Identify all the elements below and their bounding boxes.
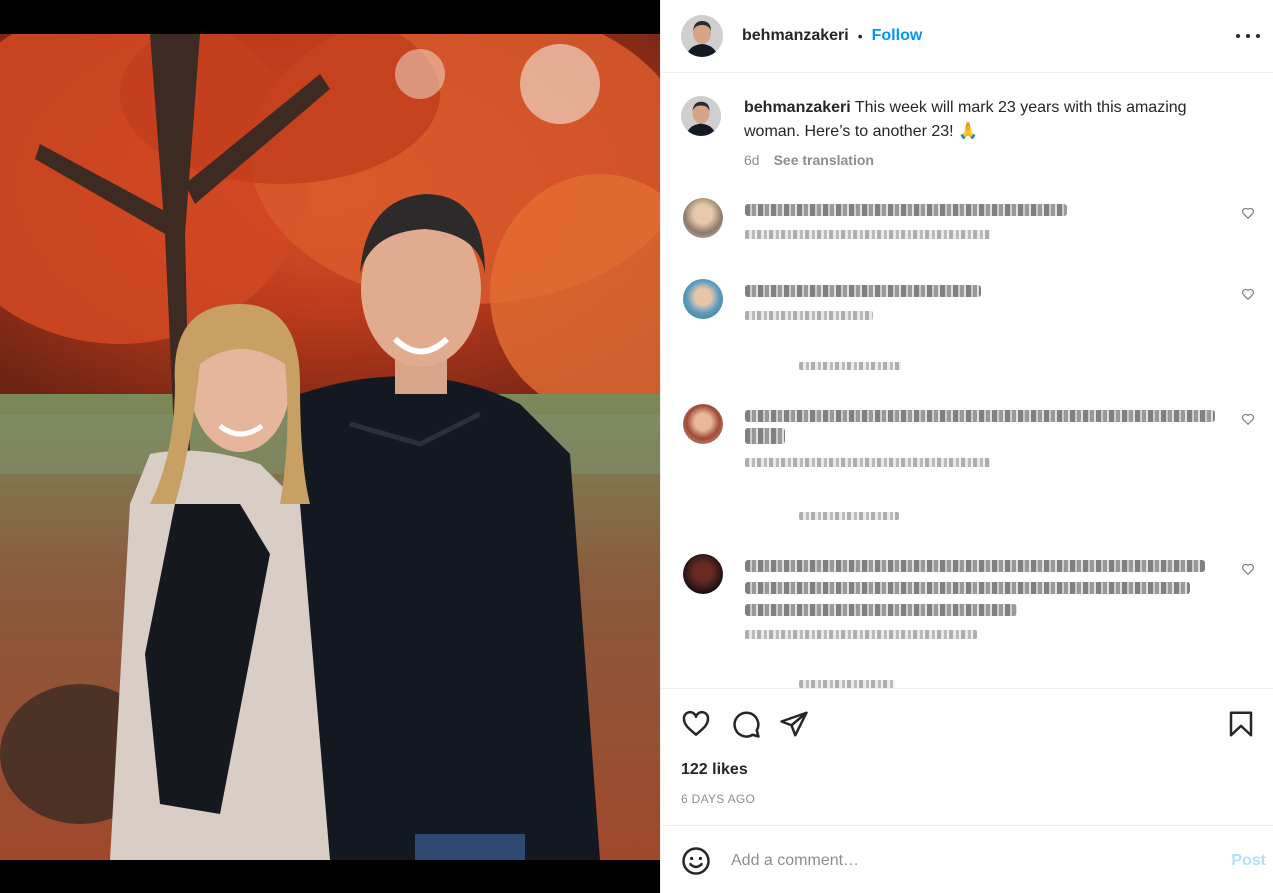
couple-photo	[0, 34, 660, 860]
blurred-comment-text	[745, 560, 1205, 572]
caption-username[interactable]: behmanzakeri	[744, 99, 851, 116]
user-avatar-image	[681, 96, 721, 136]
blurred-comment-text	[745, 604, 1017, 616]
blurred-comment-text	[745, 428, 785, 444]
comment-like-icon[interactable]	[1241, 206, 1255, 220]
add-comment-bar: Post	[661, 825, 1273, 893]
blurred-comment-meta	[745, 230, 990, 239]
comment-body-blurred	[745, 198, 1215, 239]
blurred-comment-text	[745, 582, 1190, 594]
comment-body-blurred	[745, 279, 1215, 320]
see-translation-button[interactable]: See translation	[774, 152, 874, 168]
view-replies-button[interactable]	[799, 362, 901, 370]
comment-body-blurred	[745, 404, 1215, 467]
bookmark-icon[interactable]	[1226, 709, 1256, 739]
separator-dot: •	[857, 28, 863, 44]
commenter-avatar[interactable]	[683, 404, 723, 444]
commenter-avatar[interactable]	[683, 279, 723, 319]
view-replies-button[interactable]	[799, 512, 899, 520]
post-photo[interactable]	[0, 34, 660, 860]
post-button[interactable]: Post	[1231, 852, 1266, 870]
post-timestamp[interactable]: 6 DAYS AGO	[681, 792, 755, 806]
blurred-comment-text	[745, 410, 1215, 422]
comment-icon[interactable]	[731, 709, 761, 739]
user-avatar-image	[681, 15, 723, 57]
comment-like-icon[interactable]	[1241, 287, 1255, 301]
comment-body-blurred	[745, 554, 1215, 639]
comment-input[interactable]	[731, 848, 1201, 874]
blurred-comment-meta	[745, 458, 990, 467]
blurred-comment-meta	[745, 311, 873, 320]
caption-text: behmanzakeri This week will mark 23 year…	[744, 96, 1234, 144]
heart-icon[interactable]	[681, 709, 711, 739]
avatar[interactable]	[681, 96, 721, 136]
action-bar: 122 likes 6 DAYS AGO	[661, 688, 1273, 825]
header-username[interactable]: behmanzakeri	[742, 27, 849, 45]
media-panel	[0, 0, 660, 893]
view-replies-button[interactable]	[799, 680, 895, 688]
caption-meta: 6d See translation	[744, 152, 1234, 168]
caption-body: behmanzakeri This week will mark 23 year…	[744, 96, 1234, 168]
commenter-avatar[interactable]	[683, 198, 723, 238]
smiley-icon[interactable]	[681, 846, 711, 876]
blurred-comment-text	[745, 204, 1067, 216]
comment-like-icon[interactable]	[1241, 412, 1255, 426]
paper-plane-icon[interactable]	[779, 709, 809, 739]
comment-like-icon[interactable]	[1241, 562, 1255, 576]
likes-count[interactable]: 122 likes	[681, 761, 748, 779]
blurred-comment-meta	[745, 630, 977, 639]
caption: behmanzakeri This week will mark 23 year…	[681, 96, 1234, 168]
comments-section[interactable]: behmanzakeri This week will mark 23 year…	[661, 74, 1273, 688]
post-header: behmanzakeri • Follow	[661, 0, 1273, 73]
caption-age[interactable]: 6d	[744, 152, 760, 168]
details-panel: behmanzakeri • Follow behmanzakeri This …	[660, 0, 1273, 893]
more-options-icon[interactable]	[1236, 26, 1260, 46]
post-dialog: behmanzakeri • Follow behmanzakeri This …	[0, 0, 1273, 893]
avatar[interactable]	[681, 15, 723, 57]
commenter-avatar[interactable]	[683, 554, 723, 594]
follow-button[interactable]: Follow	[872, 27, 923, 45]
blurred-comment-text	[745, 285, 981, 297]
